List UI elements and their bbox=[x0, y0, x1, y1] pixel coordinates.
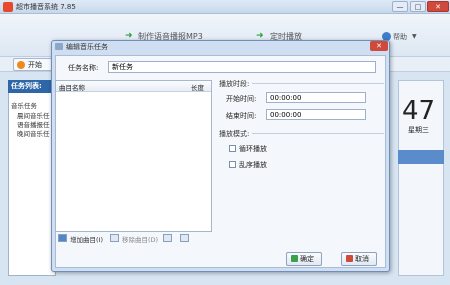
close-button[interactable]: ✕ bbox=[427, 1, 449, 12]
minimize-button[interactable]: — bbox=[392, 1, 408, 12]
start-button-label: 开始 bbox=[28, 61, 42, 69]
help-menu[interactable]: 帮助 bbox=[393, 32, 407, 42]
start-time-input[interactable] bbox=[266, 92, 366, 103]
add-track-button[interactable]: 增加曲目(I) bbox=[70, 234, 103, 244]
end-time-input[interactable] bbox=[266, 109, 366, 120]
dialog-title-bar: 编辑音乐任务 bbox=[51, 40, 390, 53]
main-title-bar: 超市播音系统 7.85 bbox=[0, 0, 450, 14]
start-time-label: 开始时间: bbox=[226, 95, 257, 103]
cancel-button-label: 取消 bbox=[355, 255, 369, 263]
ok-button-label: 确定 bbox=[300, 255, 314, 263]
column-track-name[interactable]: 曲目名称 bbox=[59, 82, 85, 92]
dialog-icon bbox=[55, 43, 63, 50]
loop-label: 循环播放 bbox=[239, 145, 267, 153]
task-item[interactable]: 晚间音乐任 bbox=[17, 128, 50, 138]
remove-track-icon bbox=[110, 234, 119, 242]
maximize-button[interactable]: □ bbox=[410, 1, 426, 12]
dialog-title: 编辑音乐任务 bbox=[66, 43, 108, 51]
shuffle-label: 乱序播放 bbox=[239, 161, 267, 169]
check-icon bbox=[291, 255, 298, 262]
column-track-length[interactable]: 长度 bbox=[191, 82, 204, 92]
shuffle-checkbox[interactable] bbox=[229, 161, 236, 168]
remove-track-button[interactable]: 移除曲目(D) bbox=[122, 234, 158, 244]
weekday-label: 星期三 bbox=[408, 126, 429, 134]
divider bbox=[252, 133, 384, 134]
clock-number: 47 bbox=[402, 96, 436, 126]
start-button[interactable]: 开始 bbox=[13, 58, 53, 71]
task-group-music[interactable]: 音乐任务 bbox=[11, 100, 37, 110]
add-track-icon bbox=[58, 234, 67, 242]
track-list[interactable] bbox=[55, 80, 212, 232]
task-list-header: 任务列表: bbox=[8, 80, 56, 93]
divider bbox=[252, 83, 384, 84]
play-icon bbox=[17, 61, 25, 69]
time-section-label: 播放时段: bbox=[219, 80, 250, 88]
mode-section-label: 播放模式: bbox=[219, 130, 250, 138]
move-up-icon[interactable] bbox=[163, 234, 172, 242]
cancel-button[interactable]: 取消 bbox=[341, 252, 377, 266]
cancel-icon bbox=[346, 255, 353, 262]
app-title: 超市播音系统 7.85 bbox=[16, 3, 76, 11]
end-time-label: 结束时间: bbox=[226, 112, 257, 120]
task-name-label: 任务名称: bbox=[68, 64, 99, 72]
task-name-input[interactable] bbox=[108, 61, 376, 73]
status-bar bbox=[398, 150, 444, 164]
ok-button[interactable]: 确定 bbox=[286, 252, 322, 266]
app-icon bbox=[3, 2, 13, 12]
loop-checkbox[interactable] bbox=[229, 145, 236, 152]
dialog-close-button[interactable]: ✕ bbox=[370, 41, 388, 51]
chevron-down-icon: ▼ bbox=[412, 33, 417, 40]
move-down-icon[interactable] bbox=[180, 234, 189, 242]
